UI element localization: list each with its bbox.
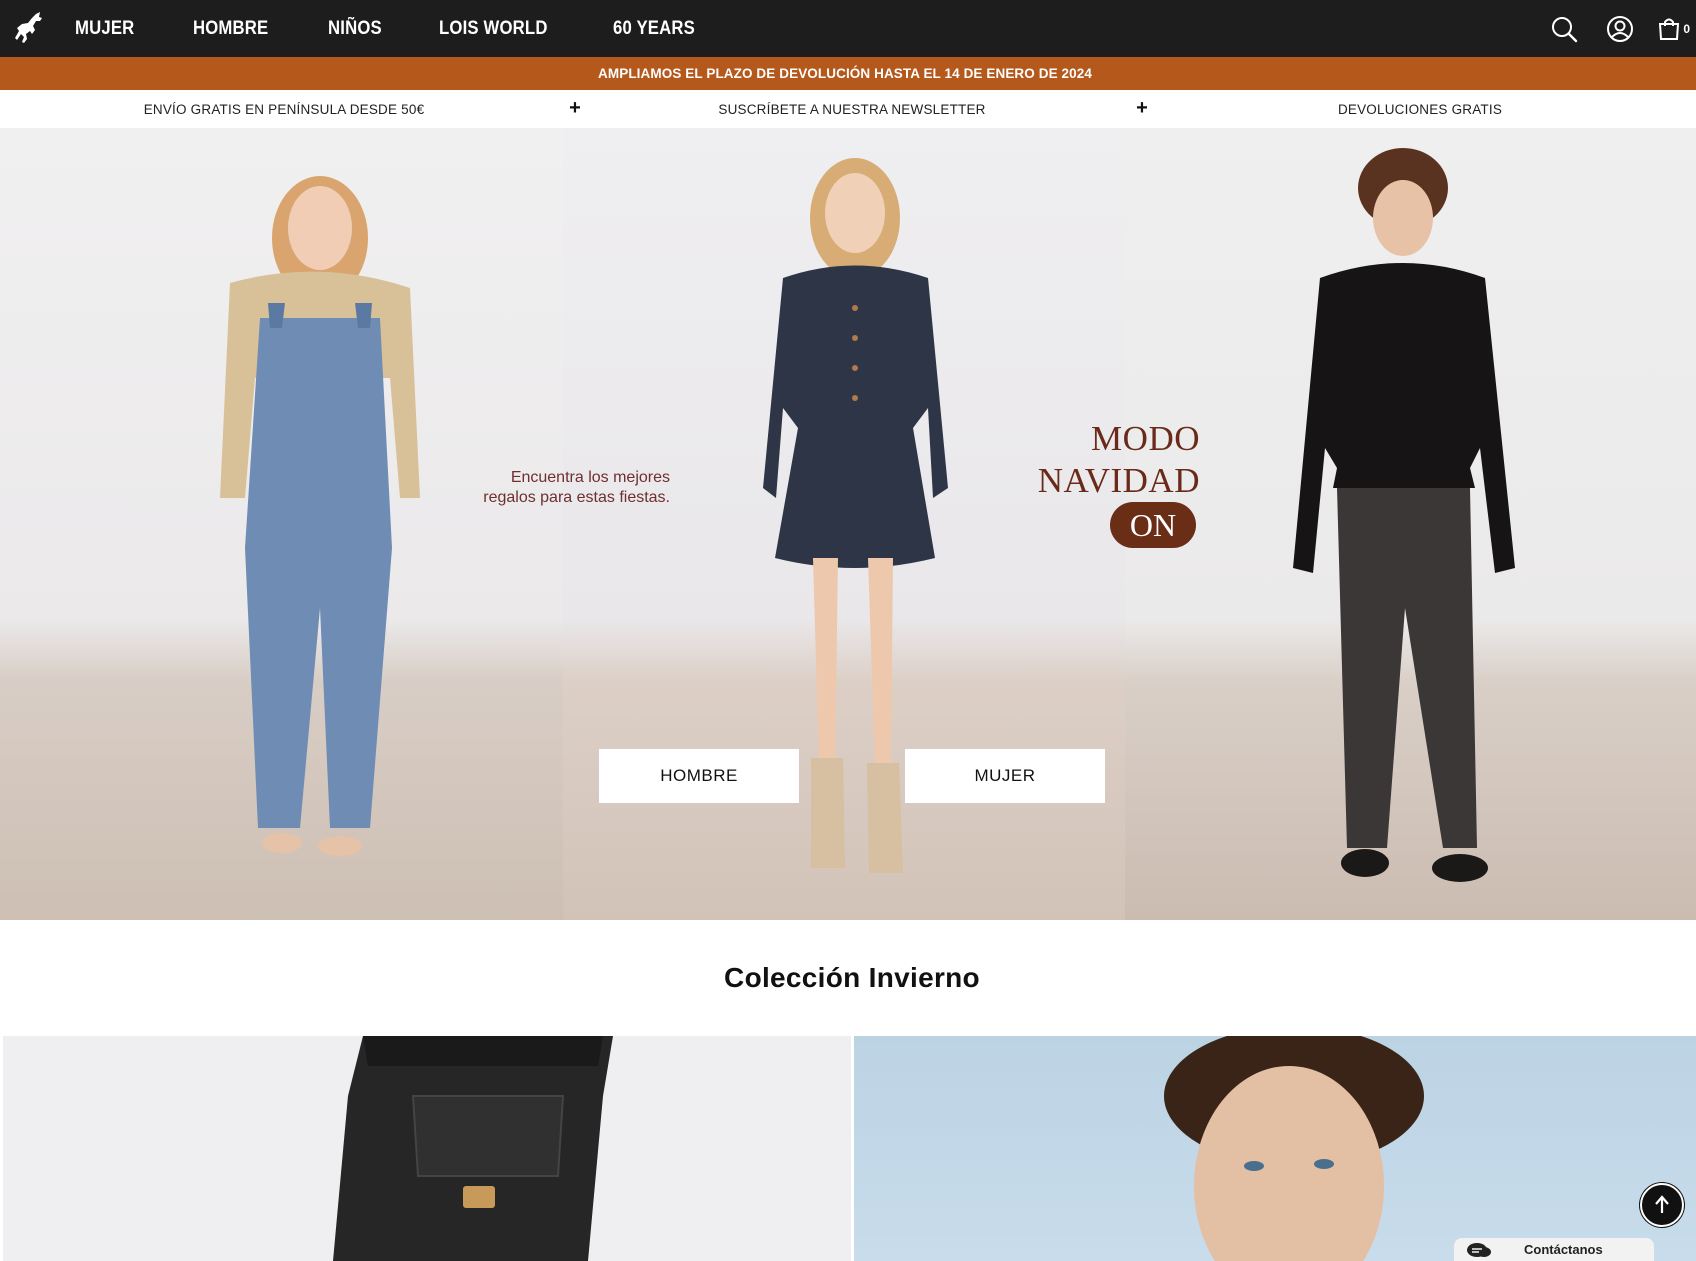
hero-banner: Encuentra los mejores regalos para estas… xyxy=(0,128,1696,920)
hombre-button[interactable]: HOMBRE xyxy=(599,749,799,803)
collection-card-jeans[interactable] xyxy=(3,1036,851,1261)
promo-text: AMPLIAMOS EL PLAZO DE DEVOLUCIÓN HASTA E… xyxy=(598,66,1092,81)
tagline-line-1: Encuentra los mejores xyxy=(510,469,670,486)
headline-line-2: NAVIDAD xyxy=(1037,461,1200,500)
promo-banner[interactable]: AMPLIAMOS EL PLAZO DE DEVOLUCIÓN HASTA E… xyxy=(0,57,1696,90)
section-title: Colección Invierno xyxy=(724,962,980,993)
contact-label: Contáctanos xyxy=(1524,1242,1603,1257)
nav-link-lois-world[interactable]: LOIS WORLD xyxy=(439,18,548,40)
free-shipping-info[interactable]: ENVÍO GRATIS EN PENÍNSULA DESDE 50€ xyxy=(0,90,568,128)
hero-tagline: Encuentra los mejores regalos para estas… xyxy=(440,468,670,508)
info-strip: ENVÍO GRATIS EN PENÍNSULA DESDE 50€ + SU… xyxy=(0,90,1696,128)
cart-button[interactable]: 0 xyxy=(1658,17,1690,41)
newsletter-link[interactable]: SUSCRÍBETE A NUESTRA NEWSLETTER xyxy=(568,90,1136,128)
scroll-to-top-button[interactable] xyxy=(1640,1183,1684,1227)
headline-line-1: MODO xyxy=(1091,419,1200,458)
nav-link-ninos[interactable]: NIÑOS xyxy=(328,18,382,40)
contact-widget[interactable]: Contáctanos xyxy=(1454,1238,1654,1261)
nav-link-hombre[interactable]: HOMBRE xyxy=(193,18,268,40)
free-returns-info[interactable]: DEVOLUCIONES GRATIS xyxy=(1136,90,1696,128)
nav-link-mujer[interactable]: MUJER xyxy=(75,18,134,40)
header-actions: 0 xyxy=(1524,0,1696,57)
chat-icon xyxy=(1467,1242,1491,1257)
bull-logo-icon xyxy=(15,12,42,43)
bag-icon xyxy=(1659,18,1680,40)
user-icon[interactable] xyxy=(1604,13,1636,45)
on-badge: ON xyxy=(1110,502,1196,548)
lois-logo[interactable] xyxy=(14,12,44,44)
hero-image-woman-overalls[interactable] xyxy=(0,128,563,920)
search-icon[interactable] xyxy=(1548,13,1580,45)
nav-link-60-years[interactable]: 60 YEARS xyxy=(613,18,695,40)
arrow-up-icon xyxy=(1655,1195,1669,1213)
hero-image-man-turtleneck[interactable] xyxy=(1125,128,1696,920)
cart-count: 0 xyxy=(1683,21,1690,36)
collection-card-man-portrait[interactable] xyxy=(854,1036,1696,1261)
main-menu: MUJER HOMBRE NIÑOS LOIS WORLD 60 YEARS xyxy=(75,0,756,57)
tagline-line-2: regalos para estas fiestas. xyxy=(483,489,670,506)
mujer-button[interactable]: MUJER xyxy=(905,749,1105,803)
hero-headline: MODO NAVIDAD xyxy=(1000,418,1200,502)
top-navigation: MUJER HOMBRE NIÑOS LOIS WORLD 60 YEARS 0 xyxy=(0,0,1696,57)
